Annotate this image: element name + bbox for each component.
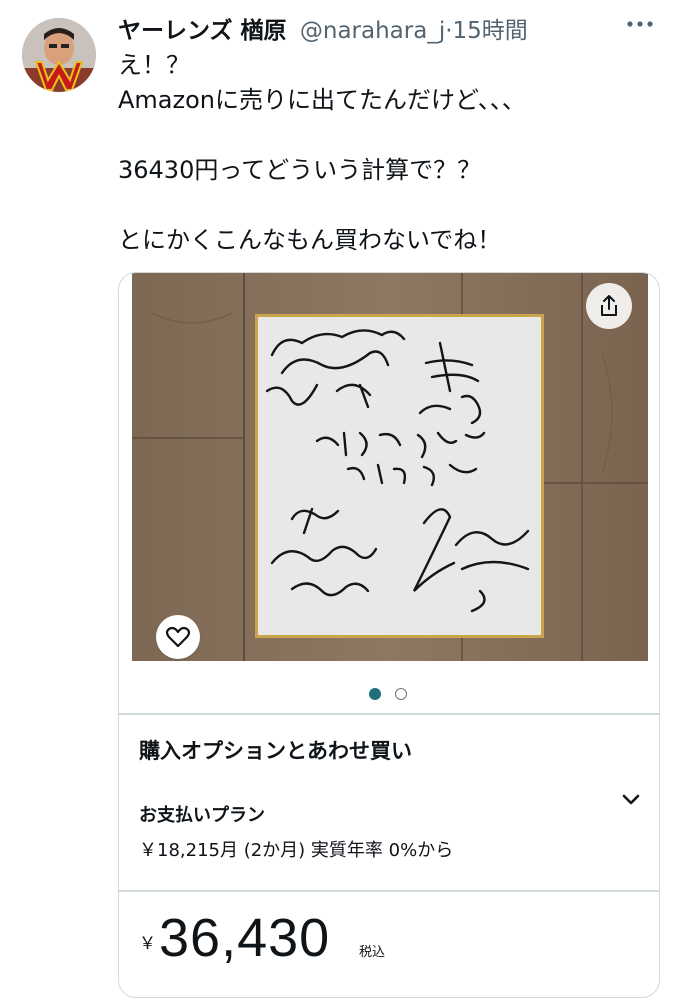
tax-note: 税込 — [359, 945, 386, 960]
currency-symbol: ￥ — [139, 934, 156, 954]
separator: · — [445, 18, 453, 44]
favorite-button[interactable] — [156, 615, 200, 659]
carousel-dot-active[interactable] — [369, 688, 381, 700]
more-horizontal-icon[interactable] — [622, 12, 658, 42]
share-icon — [601, 295, 617, 316]
tweet-line: とにかくこんなもん買わないでね！ — [118, 226, 502, 254]
product-card[interactable]: 購入オプションとあわせ買い お支払いプラン ￥18,215月 (2か月) 実質年… — [118, 272, 660, 998]
tweet-text: え！？ Amazonに売りに出てたんだけど、、、 36430円ってどういう計算で… — [118, 48, 658, 258]
tweet-line — [118, 188, 658, 223]
price-value: 36,430 — [159, 908, 331, 968]
avatar[interactable] — [22, 18, 96, 92]
heart-outline-icon — [165, 626, 191, 648]
timestamp[interactable]: 15時間 — [453, 18, 528, 44]
divider — [119, 713, 659, 715]
tweet-line — [118, 118, 658, 153]
payment-plan-detail: ￥18,215月 (2か月) 実質年率 0%から — [139, 840, 454, 861]
chevron-down-icon — [622, 794, 640, 805]
tweet-line: Amazonに売りに出てたんだけど、、、 — [118, 86, 526, 114]
carousel-indicator[interactable] — [369, 688, 407, 700]
share-button[interactable] — [586, 283, 632, 329]
expand-button[interactable] — [619, 787, 643, 811]
divider — [119, 890, 659, 892]
payment-plan-label[interactable]: お支払いプラン — [139, 801, 265, 827]
tweet-header: ヤーレンズ 楢原 @narahara_j·15時間 — [118, 14, 684, 48]
tweet-line: 36430円ってどういう計算で？？ — [118, 156, 482, 184]
product-image[interactable] — [132, 273, 648, 661]
tweet-line: え！？ — [118, 51, 190, 79]
user-handle[interactable]: @narahara_j — [300, 18, 445, 44]
display-name[interactable]: ヤーレンズ 楢原 — [118, 18, 287, 44]
carousel-dot[interactable] — [395, 688, 407, 700]
purchase-options-title: 購入オプションとあわせ買い — [139, 739, 412, 763]
